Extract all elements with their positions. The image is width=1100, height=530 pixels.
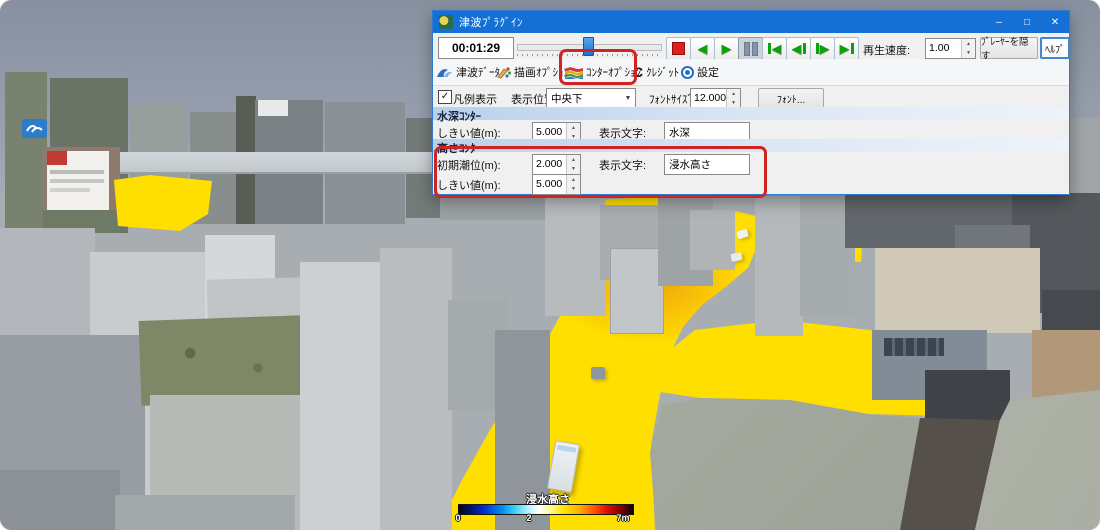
tab-label: ｸﾚｼﾞｯﾄ <box>646 67 680 79</box>
timeline-slider[interactable] <box>517 37 662 57</box>
dropdown-arrow-icon: ▼ <box>624 95 632 102</box>
stop-icon <box>672 42 685 55</box>
step-forward-button[interactable]: ▶ <box>810 37 835 60</box>
step-forward-icon: ▶ <box>819 41 830 56</box>
minimize-button[interactable]: – <box>985 11 1013 33</box>
spin-down-icon[interactable]: ▼ <box>567 185 580 195</box>
close-button[interactable]: ✕ <box>1041 11 1069 33</box>
spin-up-icon[interactable]: ▲ <box>962 39 975 49</box>
height-threshold-spinner[interactable]: 5.000 ▲ ▼ <box>532 174 581 195</box>
screenshot-frame: 浸水高さ 0 2 7m 津波ﾌﾟﾗｸﾞｲﾝ – □ ✕ 00:01:29 ◀ ▶… <box>0 0 1100 530</box>
position-value: 中央下 <box>551 93 583 105</box>
legend-tick-min: 0 <box>455 513 461 523</box>
maximize-button[interactable]: □ <box>1013 11 1041 33</box>
elevated-expressway <box>112 152 447 174</box>
play-backward-button[interactable]: ◀ <box>690 37 715 60</box>
skip-to-start-button[interactable]: ◀ <box>762 37 787 60</box>
height-text-input[interactable]: 浸水高さ <box>664 154 750 175</box>
show-legend-label: 凡例表示 <box>453 94 497 106</box>
credits-icon: C <box>633 64 644 80</box>
play-backward-icon: ◀ <box>697 41 708 56</box>
play-icon: ▶ <box>721 41 732 56</box>
height-threshold-label: しきい値(m): <box>437 180 501 192</box>
initial-tide-value[interactable]: 2.000 <box>533 155 566 174</box>
dialog-title: 津波ﾌﾟﾗｸﾞｲﾝ <box>459 17 523 29</box>
play-button[interactable]: ▶ <box>714 37 739 60</box>
legend-colorbar <box>458 504 634 515</box>
spin-up-icon[interactable]: ▲ <box>567 175 580 185</box>
height-contour-header: 高さｺﾝﾀｰ <box>433 139 1069 155</box>
tab-credits[interactable]: C ｸﾚｼﾞｯﾄ <box>631 61 681 83</box>
step-backward-icon: ◀ <box>791 41 802 56</box>
skip-to-start-icon: ◀ <box>771 41 782 56</box>
tab-label: 描画ｵﾌﾟｼｮﾝ <box>514 67 569 79</box>
skip-to-end-icon: ▶ <box>839 41 850 56</box>
font-button[interactable]: ﾌｫﾝﾄ... <box>758 88 824 109</box>
spin-down-icon[interactable]: ▼ <box>962 49 975 59</box>
tab-settings[interactable]: 設定 <box>679 61 721 83</box>
step-backward-button[interactable]: ◀ <box>786 37 811 60</box>
playback-time-display: 00:01:29 <box>438 37 514 59</box>
skip-to-end-button[interactable]: ▶ <box>834 37 859 60</box>
speed-spinner[interactable]: 1.00 ▲ ▼ <box>925 38 976 59</box>
help-button[interactable]: ﾍﾙﾌﾟ <box>1040 37 1070 59</box>
stop-button[interactable] <box>666 37 691 60</box>
legend-tick-max: 7m <box>616 513 630 523</box>
speed-value[interactable]: 1.00 <box>926 39 961 58</box>
depth-contour-header: 水深ｺﾝﾀｰ <box>433 107 1069 123</box>
fontsize-spinner[interactable]: 12.000 ▲ ▼ <box>690 88 741 109</box>
pause-icon <box>743 41 758 56</box>
initial-tide-label: 初期潮位(m): <box>437 160 501 172</box>
spin-down-icon[interactable]: ▼ <box>567 165 580 175</box>
tab-draw-options[interactable]: 描画ｵﾌﾟｼｮﾝ <box>494 61 571 83</box>
corporate-logo-sign <box>22 119 47 138</box>
pause-button[interactable] <box>738 37 763 60</box>
hide-player-button[interactable]: ﾌﾟﾚｰﾔｰを隠す <box>980 37 1038 62</box>
wave-icon <box>437 68 452 77</box>
position-dropdown[interactable]: 中央下 ▼ <box>546 88 636 109</box>
tab-tsunami-data[interactable]: 津波ﾃﾞｰﾀ <box>434 61 502 83</box>
show-legend-checkbox[interactable]: ✓ <box>438 90 452 104</box>
dialog-titlebar[interactable]: 津波ﾌﾟﾗｸﾞｲﾝ – □ ✕ <box>433 11 1069 33</box>
legend-tick-mid: 2 <box>526 513 532 523</box>
spin-up-icon[interactable]: ▲ <box>567 123 580 133</box>
height-threshold-value[interactable]: 5.000 <box>533 175 566 194</box>
height-text-label: 表示文字: <box>599 160 647 172</box>
plugin-tabbar: 津波ﾃﾞｰﾀ 描画ｵﾌﾟｼｮﾝ ｺﾝﾀｰｵﾌﾟｼｮﾝ C ｸﾚｼﾞｯﾄ 設定 <box>433 59 1069 86</box>
contour-colormap-icon <box>565 66 583 79</box>
spin-up-icon[interactable]: ▲ <box>567 155 580 165</box>
speed-label: 再生速度: <box>863 45 911 57</box>
fontsize-value[interactable]: 12.000 <box>691 89 726 108</box>
app-icon <box>439 15 453 29</box>
paint-pen-icon <box>497 66 511 79</box>
tsunami-plugin-dialog: 津波ﾌﾟﾗｸﾞｲﾝ – □ ✕ 00:01:29 ◀ ▶ ◀ ◀ ▶ ▶ 再生速… <box>432 10 1070 198</box>
car-gray <box>591 367 605 379</box>
fontsize-label: ﾌｫﾝﾄｻｲｽﾞ: <box>649 94 697 106</box>
initial-tide-spinner[interactable]: 2.000 ▲ ▼ <box>532 154 581 175</box>
settings-gear-icon <box>681 65 694 79</box>
spin-up-icon[interactable]: ▲ <box>727 89 740 99</box>
tab-label: 設定 <box>697 67 719 79</box>
slider-handle[interactable] <box>583 37 594 56</box>
